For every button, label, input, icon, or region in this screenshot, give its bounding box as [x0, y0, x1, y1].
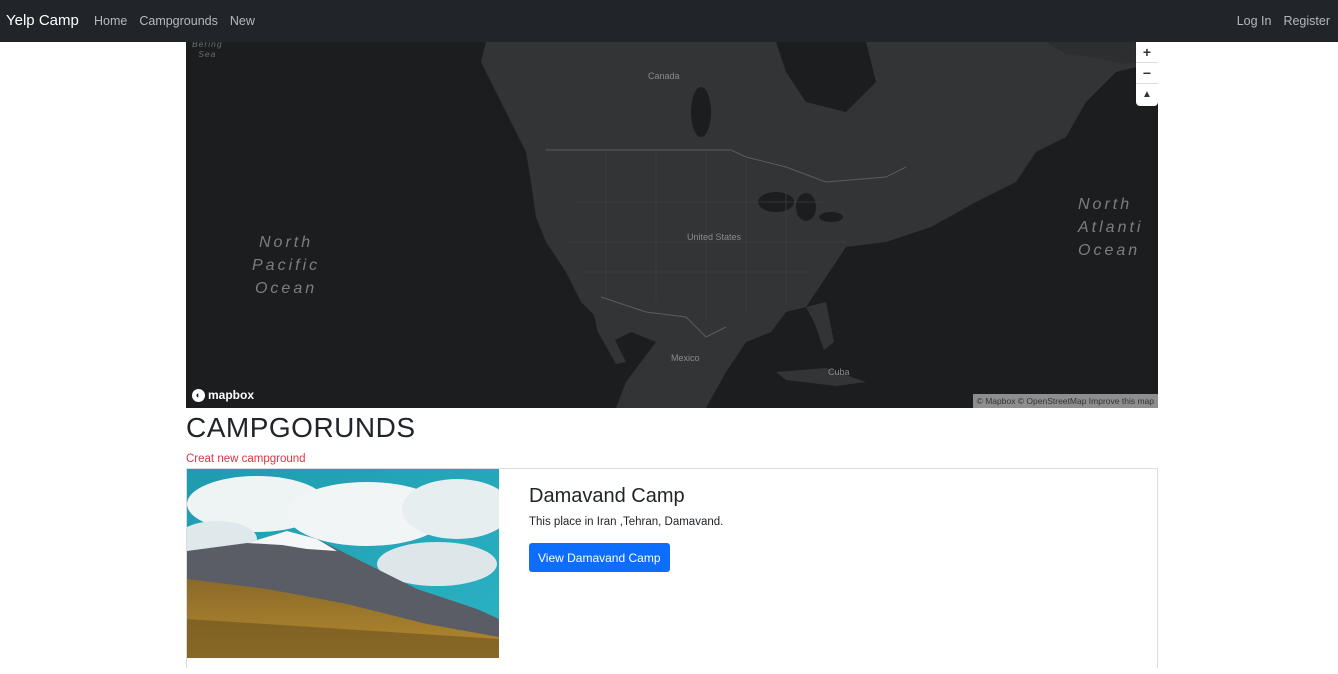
- label-bering-sea: Bering Sea: [192, 42, 223, 59]
- campground-image: [187, 469, 499, 658]
- label-united-states: United States: [687, 232, 742, 242]
- label-canada: Canada: [648, 71, 680, 81]
- mapbox-logo[interactable]: ◐ mapbox: [192, 388, 254, 402]
- nav-campgrounds[interactable]: Campgrounds: [139, 14, 218, 28]
- map-controls: + − ▲: [1136, 42, 1158, 106]
- nav-new[interactable]: New: [230, 14, 255, 28]
- mountain-image: [187, 469, 499, 658]
- create-campground-link[interactable]: Creat new campground: [186, 453, 306, 465]
- zoom-out-button[interactable]: −: [1136, 63, 1158, 84]
- mapbox-logo-icon: ◐: [192, 388, 205, 402]
- mapbox-logo-text: mapbox: [208, 388, 255, 402]
- campground-description: This place in Iran ,Tehran, Damavand.: [529, 516, 724, 528]
- nav-register[interactable]: Register: [1283, 14, 1330, 28]
- nav-home[interactable]: Home: [94, 14, 127, 28]
- label-mexico: Mexico: [671, 353, 700, 363]
- navbar: Yelp Camp Home Campgrounds New Log In Re…: [0, 0, 1338, 42]
- zoom-in-button[interactable]: +: [1136, 42, 1158, 63]
- nav-login[interactable]: Log In: [1237, 14, 1272, 28]
- campground-card: Damavand Camp This place in Iran ,Tehran…: [186, 468, 1158, 668]
- map-attribution[interactable]: © Mapbox © OpenStreetMap Improve this ma…: [972, 394, 1158, 408]
- nav-links: Home Campgrounds New: [94, 14, 267, 28]
- label-north-pacific: North Pacific Ocean: [252, 234, 321, 297]
- compass-icon[interactable]: ▲: [1136, 84, 1158, 105]
- view-campground-button[interactable]: View Damavand Camp: [529, 543, 670, 572]
- label-north-atlantic: North Atlanti Ocean: [1078, 196, 1144, 259]
- brand-link[interactable]: Yelp Camp: [6, 12, 79, 29]
- page-title: CAMPGORUNDS: [186, 412, 416, 443]
- cluster-map[interactable]: Canada United States Mexico Cuba North P…: [186, 42, 1158, 408]
- nav-auth: Log In Register: [1225, 14, 1330, 28]
- campground-title: Damavand Camp: [529, 485, 685, 507]
- label-cuba: Cuba: [828, 367, 850, 377]
